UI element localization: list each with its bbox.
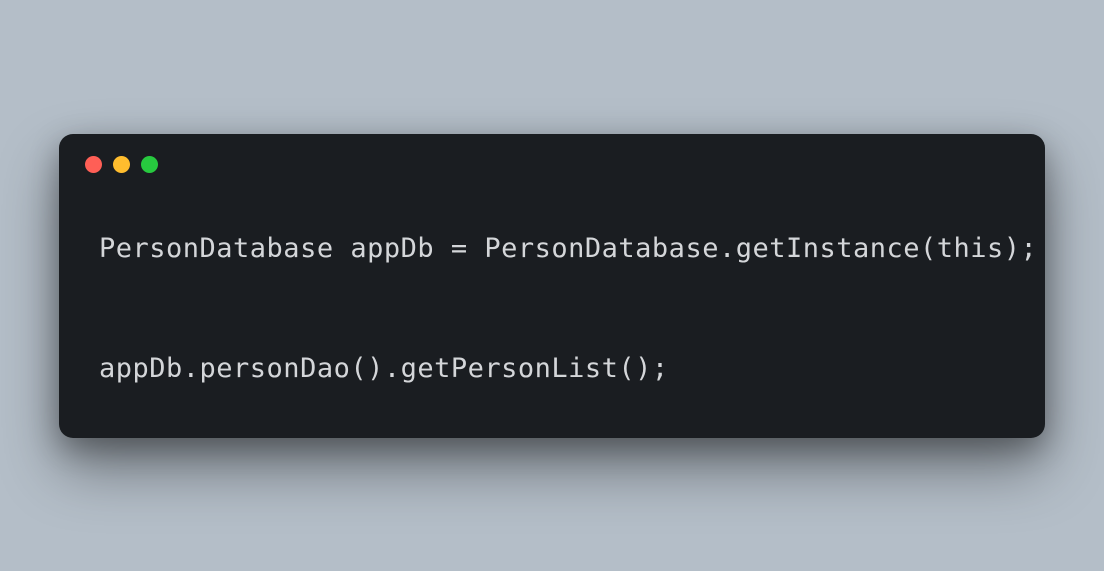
close-icon[interactable] [85, 156, 102, 173]
maximize-icon[interactable] [141, 156, 158, 173]
code-editor: PersonDatabase appDb = PersonDatabase.ge… [59, 173, 1045, 438]
code-line: appDb.personDao().getPersonList(); [99, 349, 1005, 390]
minimize-icon[interactable] [113, 156, 130, 173]
code-line: PersonDatabase appDb = PersonDatabase.ge… [99, 229, 1005, 270]
code-window: PersonDatabase appDb = PersonDatabase.ge… [59, 134, 1045, 438]
window-titlebar [59, 134, 1045, 173]
blank-lines [99, 269, 1005, 349]
